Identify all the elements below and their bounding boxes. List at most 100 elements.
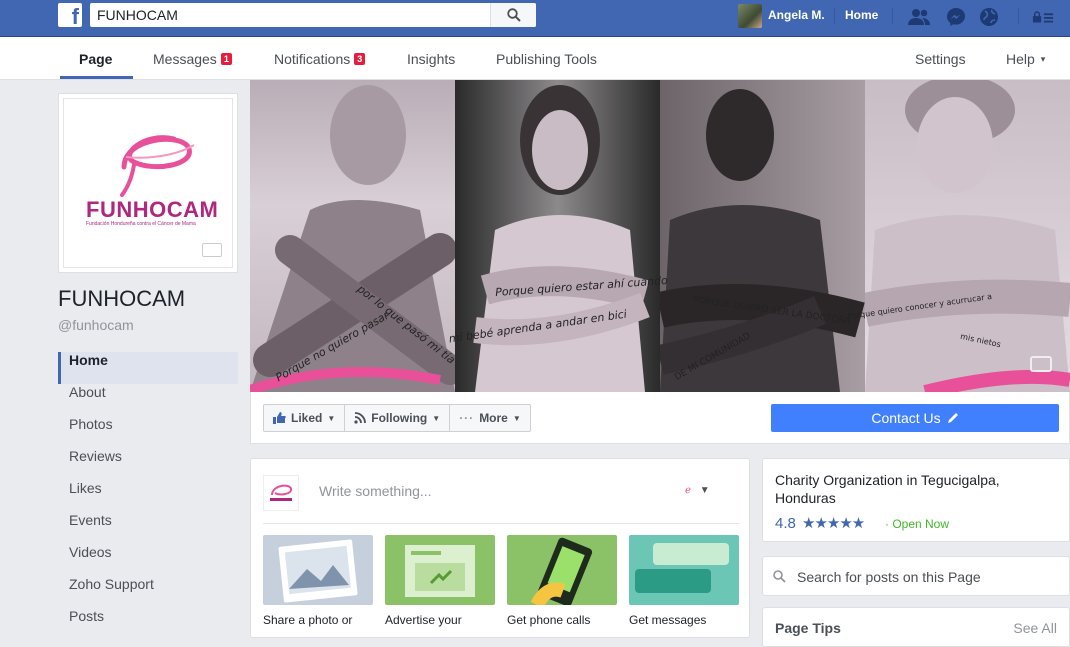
facebook-logo-icon[interactable]: f (58, 3, 82, 27)
pink-ribbon-logo-icon (120, 135, 195, 197)
advertise-chart-icon (405, 545, 475, 597)
user-avatar[interactable] (738, 4, 762, 28)
page-tips-card: Page Tips See All (762, 607, 1070, 647)
thumbs-up-icon (273, 412, 286, 424)
chevron-down-icon: ▾ (1040, 54, 1046, 64)
tab-label: Help (1006, 51, 1035, 67)
liked-button[interactable]: Liked ▼ (264, 405, 346, 431)
pencil-icon (947, 413, 958, 423)
lock-icon[interactable] (1032, 6, 1054, 28)
chat-bubbles-icon (635, 543, 729, 593)
active-tab-indicator (60, 76, 133, 79)
rss-icon (354, 412, 367, 424)
page-left-nav: Home About Photos Reviews Likes Events V… (58, 352, 238, 640)
nav-item-posts[interactable]: Posts (58, 608, 238, 640)
camera-icon[interactable] (1030, 356, 1052, 372)
friend-requests-icon[interactable] (908, 6, 930, 28)
advertise-tile[interactable] (385, 535, 495, 605)
home-link[interactable]: Home (845, 8, 878, 22)
more-label: More (479, 411, 508, 425)
nav-item-photos[interactable]: Photos (58, 416, 238, 448)
cover-panel-2 (455, 80, 660, 392)
rating-stars-icon: ★★★★★ (802, 515, 865, 532)
page-search-placeholder: Search for posts on this Page (797, 569, 981, 585)
profile-picture[interactable]: FUNHOCAM Fundación Hondureña contra el C… (58, 93, 238, 273)
pink-ribbon-logo-icon: ℯ (685, 485, 691, 496)
nav-item-events[interactable]: Events (58, 512, 238, 544)
notifications-globe-icon[interactable] (978, 6, 1000, 28)
following-button[interactable]: Following ▼ (345, 405, 451, 431)
chevron-down-icon: ▼ (699, 485, 710, 496)
messages-badge: 1 (220, 53, 232, 65)
rating-value[interactable]: 4.8 (775, 515, 796, 532)
nav-item-zoho-support[interactable]: Zoho Support (58, 576, 238, 608)
post-as-selector[interactable]: ℯ ▼ (685, 485, 710, 496)
contact-us-button[interactable]: Contact Us (771, 404, 1059, 432)
advertise-label: Advertise your (385, 613, 462, 627)
nav-item-likes[interactable]: Likes (58, 480, 238, 512)
page-admin-tabs: Page Messages 1 Notifications 3 Insights P… (0, 37, 1070, 80)
tab-page[interactable]: Page (79, 51, 112, 67)
top-bar: f Angela M. Home (0, 0, 1070, 37)
chevron-down-icon: ▼ (512, 413, 521, 423)
tab-publishing-tools[interactable]: Publishing Tools (496, 51, 597, 67)
following-label: Following (371, 411, 428, 425)
divider (892, 8, 893, 24)
nav-item-about[interactable]: About (58, 384, 238, 416)
search-input[interactable] (90, 3, 490, 27)
cover-photo[interactable]: Porque no quiero pasar por lo que pasó m… (250, 80, 1070, 392)
photo-icon (278, 539, 358, 603)
open-status: · Open Now (885, 517, 950, 531)
action-button-group: Liked ▼ Following ▼ ··· More ▼ (263, 404, 531, 432)
ellipsis-icon: ··· (459, 411, 475, 425)
messages-tile[interactable] (629, 535, 739, 605)
messages-label: Get messages (629, 613, 707, 627)
post-composer: Write something... ℯ ▼ Share a photo or … (250, 458, 750, 638)
cover-panel-4 (861, 80, 1070, 392)
tab-label: Notifications (274, 51, 351, 67)
write-something-input[interactable]: Write something... (319, 483, 432, 499)
notifications-badge: 3 (354, 53, 366, 65)
tab-notifications[interactable]: Notifications 3 (274, 51, 366, 67)
tab-messages[interactable]: Messages 1 (153, 51, 232, 67)
phone-calls-tile[interactable] (507, 535, 617, 605)
chevron-down-icon: ▼ (327, 413, 336, 423)
divider (834, 8, 835, 24)
pink-ribbon-logo-icon (270, 484, 292, 501)
user-name-link[interactable]: Angela M. (768, 8, 825, 22)
logo-text: FUNHOCAM (86, 197, 219, 222)
tab-label: Page (79, 51, 113, 67)
see-all-link[interactable]: See All (1013, 620, 1057, 636)
cover-panel-3 (656, 80, 865, 392)
messenger-icon[interactable] (945, 6, 967, 28)
profile-logo: FUNHOCAM Fundación Hondureña contra el C… (63, 98, 233, 268)
contact-label: Contact Us (871, 410, 941, 426)
camera-icon[interactable] (202, 243, 222, 257)
phone-calls-label: Get phone calls (507, 613, 591, 627)
tab-insights[interactable]: Insights (407, 51, 455, 67)
phone-icon (530, 537, 593, 605)
divider (1018, 8, 1019, 24)
page-username[interactable]: @funhocam (58, 317, 134, 333)
liked-label: Liked (291, 411, 323, 425)
page-title: FUNHOCAM (58, 286, 186, 311)
search-icon (773, 570, 786, 583)
nav-item-home[interactable]: Home (58, 352, 238, 384)
chevron-down-icon: ▼ (432, 413, 441, 423)
tab-label: Messages (153, 51, 217, 67)
search-button[interactable] (490, 3, 536, 27)
tab-help[interactable]: Help ▾ (1006, 51, 1045, 67)
global-search (90, 3, 536, 27)
page-info-card: Charity Organization in Tegucigalpa, Hon… (762, 458, 1070, 542)
more-button[interactable]: ··· More ▼ (450, 405, 530, 431)
page-category: Charity Organization in Tegucigalpa, Hon… (775, 472, 1000, 506)
page-action-bar: Liked ▼ Following ▼ ··· More ▼ Contact Us (250, 392, 1070, 444)
page-avatar (263, 475, 299, 511)
tab-settings[interactable]: Settings (915, 51, 966, 67)
page-post-search[interactable]: Search for posts on this Page (762, 556, 1070, 596)
share-photo-label: Share a photo or (263, 613, 353, 627)
nav-item-reviews[interactable]: Reviews (58, 448, 238, 480)
nav-item-videos[interactable]: Videos (58, 544, 238, 576)
share-photo-tile[interactable] (263, 535, 373, 605)
search-icon (506, 8, 521, 22)
